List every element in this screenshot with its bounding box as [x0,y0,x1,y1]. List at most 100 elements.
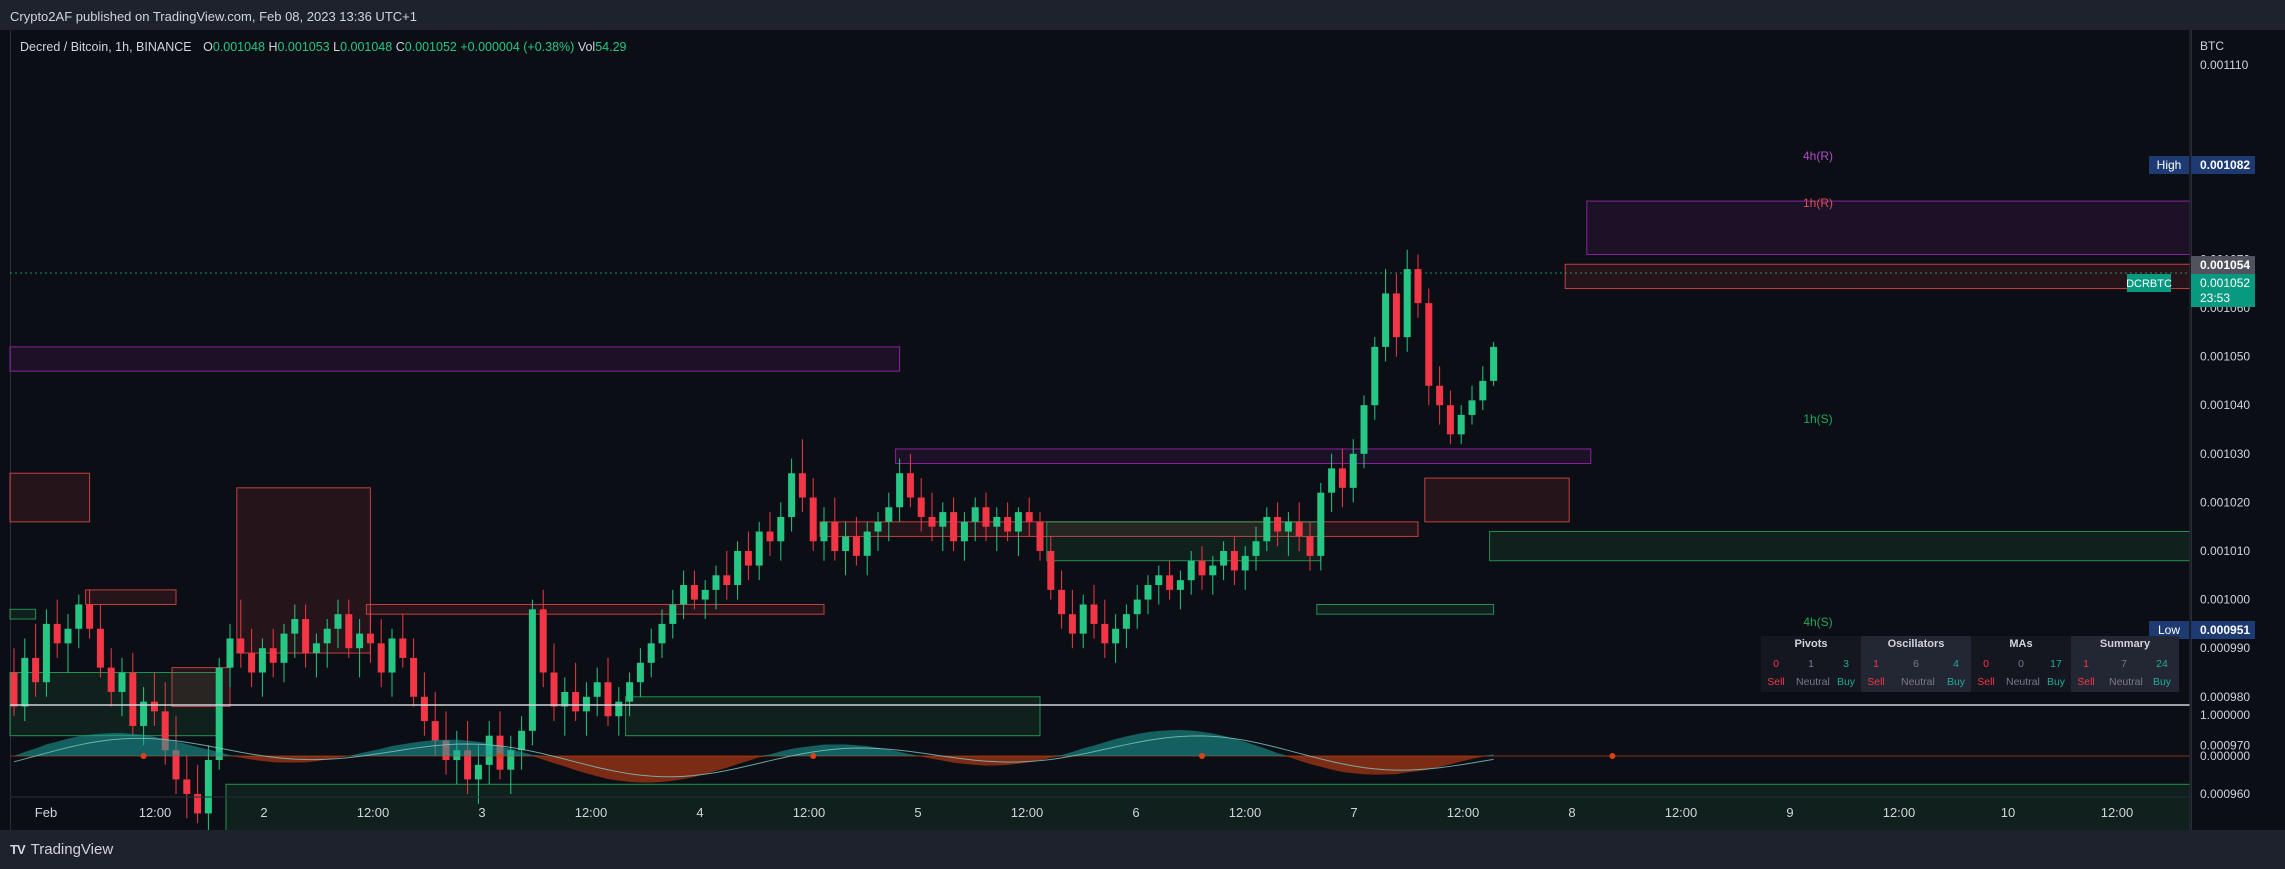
candle-body [410,657,418,697]
ta-neutral-count: 6 [1913,658,1919,670]
ta-group-summary: Summary 1 7 24 Sell Neutral Buy [2071,636,2179,692]
symbol-legend: Decred / Bitcoin, 1h, BINANCE O0.001048 … [20,40,626,54]
zone-resistance-17 [1564,263,2191,290]
candle-68 [744,531,752,581]
time-label-8: 5 [914,805,921,820]
candle-74 [809,478,817,551]
candle-body [1241,555,1249,571]
candle-93 [1014,507,1022,556]
candle-55 [604,657,612,726]
candle-body [1468,400,1476,415]
candle-69 [755,521,763,581]
candle-body [1392,293,1400,338]
candle-48 [528,599,536,746]
time-label-17: 12:00 [1883,805,1916,820]
price-tick-6: 0.001030 [2200,447,2250,461]
time-label-7: 12:00 [793,805,826,820]
chart-canvas[interactable]: 4h(R) 1h(R) 1h(S) 4h(S) BTC 0.0011100.00… [0,0,2285,869]
candle-80 [874,512,882,551]
candle-body [53,623,61,644]
candle-body [1446,405,1454,435]
candle-body [928,516,936,527]
candle-52 [572,662,580,722]
candle-61 [669,589,677,639]
candle-111 [1209,555,1217,595]
ta-buy-label: Buy [1836,676,1856,688]
candle-body [204,759,212,814]
candle-body [366,633,374,644]
candle-body [874,521,882,532]
osc-tick-0: 0.000000 [2200,749,2250,763]
zone-resistance-0 [9,346,901,372]
candle-body [280,633,288,663]
candle-76 [831,497,839,561]
candle-8 [96,604,104,678]
candle-128 [1392,273,1400,357]
candle-body [863,531,871,556]
time-label-10: 6 [1132,805,1139,820]
candle-6 [75,594,83,649]
candle-body [107,667,115,692]
ta-sell-count: 1 [2083,658,2089,670]
candle-106 [1155,565,1163,605]
candle-134 [1457,405,1465,445]
price-tick-10: 0.000990 [2200,641,2250,655]
candle-body [680,585,688,605]
candle-body [1079,604,1087,634]
ta-buy-count: 3 [1843,658,1849,670]
candle-body [1414,269,1422,304]
time-label-1: 12:00 [139,805,172,820]
zone-label-1h-resistance: 1h(R) [1803,196,1833,210]
candle-body [798,473,806,498]
ta-sell-count: 1 [1873,658,1879,670]
candle-body [615,701,623,717]
candle-body [334,614,342,629]
osc-dot-4 [1609,753,1616,759]
candle-body [291,619,299,634]
candle-100 [1090,585,1098,639]
candle-body [150,701,158,712]
candle-body [528,609,536,731]
candle-body [1166,575,1174,590]
time-label-12: 7 [1350,805,1357,820]
close-value: 0.001052 [404,40,457,54]
candle-129 [1403,249,1411,352]
symbol-name[interactable]: Decred / Bitcoin, 1h, BINANCE [20,40,192,54]
time-label-5: 12:00 [575,805,608,820]
ta-buy-label: Buy [2046,676,2066,688]
candle-58 [636,648,644,697]
candle-88 [960,512,968,561]
candle-body [1403,269,1411,338]
candle-63 [690,570,698,610]
candle-body [1338,468,1346,488]
candle-body [1360,405,1368,454]
tradingview-logo[interactable]: TV TradingView [10,841,113,858]
time-label-13: 12:00 [1447,805,1480,820]
oscillator-pane [10,730,2190,783]
candle-body [1155,575,1163,586]
candle-body [1058,589,1066,615]
candle-body [777,516,785,542]
candle-50 [550,643,558,722]
candle-body [1295,521,1303,537]
zone-label-4h-resistance: 4h(R) [1803,149,1833,163]
low-label: Low [2158,623,2180,637]
candle-body [42,623,50,683]
ta-neutral-label: Neutral [1901,676,1935,688]
candle-75 [820,507,828,561]
osc-dot-1 [497,753,503,759]
ta-group-pivots: Pivots 0 1 3 Sell Neutral Buy [1761,636,1861,692]
candle-body [1090,604,1098,624]
candle-body [312,643,320,654]
candle-body [237,638,245,654]
ta-buy-count: 17 [2050,658,2062,670]
candle-60 [658,609,666,658]
ta-group-mas: MAs 0 0 17 Sell Neutral Buy [1971,636,2071,692]
osc-dot-2 [810,753,817,759]
candle-body [431,721,439,741]
candle-body [939,512,947,527]
time-label-15: 12:00 [1665,805,1698,820]
candle-body [356,633,364,649]
candle-body [690,585,698,600]
zone-label-1h-support: 1h(S) [1803,412,1832,426]
